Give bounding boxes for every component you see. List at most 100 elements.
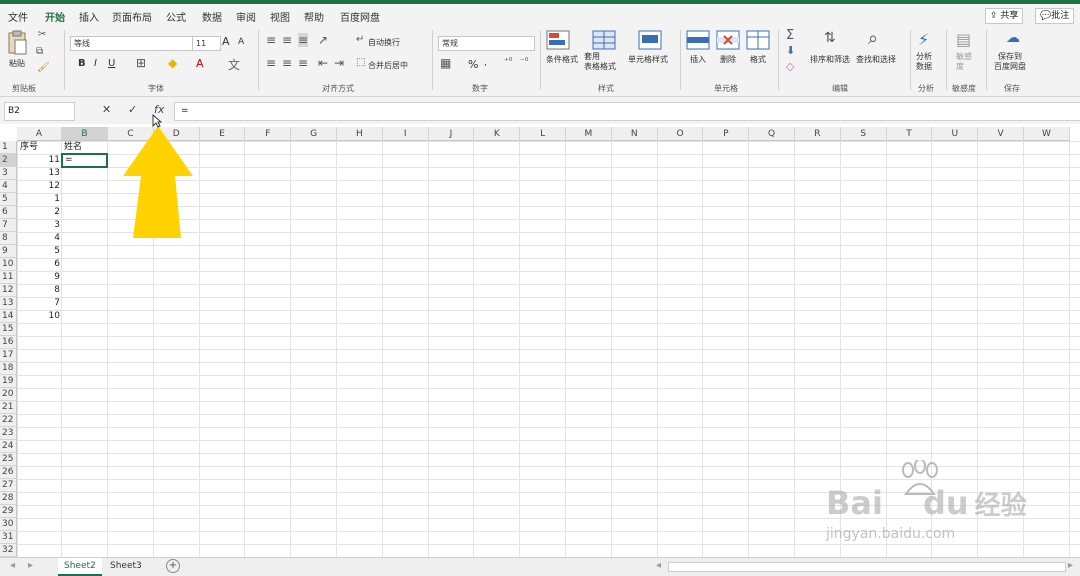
currency-icon[interactable]: ▦: [440, 56, 451, 70]
orientation-icon[interactable]: ↗: [318, 33, 328, 47]
row-header-23[interactable]: 23: [0, 427, 17, 440]
cell-a7[interactable]: 3: [17, 219, 60, 232]
align-left-icon[interactable]: ≡: [266, 56, 276, 70]
row-header-1[interactable]: 1: [0, 141, 17, 154]
row-header-31[interactable]: 31: [0, 531, 17, 544]
row-header-4[interactable]: 4: [0, 180, 17, 193]
tab-page-layout[interactable]: 页面布局: [112, 9, 152, 24]
column-header-v[interactable]: V: [978, 127, 1024, 141]
column-header-s[interactable]: S: [840, 127, 887, 141]
align-right-icon[interactable]: ≡: [298, 56, 308, 70]
font-name-select[interactable]: 等线: [70, 36, 193, 51]
row-header-16[interactable]: 16: [0, 336, 17, 349]
scroll-left-icon[interactable]: ◂: [10, 560, 15, 571]
align-middle-icon[interactable]: ≡: [282, 33, 292, 47]
cell-a4[interactable]: 12: [17, 180, 60, 193]
font-color-button[interactable]: A: [196, 57, 204, 70]
cell-a12[interactable]: 8: [17, 284, 60, 297]
row-header-15[interactable]: 15: [0, 323, 17, 336]
fill-icon[interactable]: ⬇: [786, 44, 795, 57]
outdent-icon[interactable]: ⇥: [334, 56, 344, 70]
row-header-30[interactable]: 30: [0, 518, 17, 531]
align-center-icon[interactable]: ≡: [282, 56, 292, 70]
cell-a10[interactable]: 6: [17, 258, 60, 271]
column-header-k[interactable]: K: [474, 127, 521, 141]
h-scroll-right-icon[interactable]: ▸: [1068, 560, 1073, 571]
row-header-17[interactable]: 17: [0, 349, 17, 362]
tab-formulas[interactable]: 公式: [166, 9, 186, 24]
cell-a9[interactable]: 5: [17, 245, 60, 258]
delete-cells-button[interactable]: 删除: [716, 30, 740, 64]
merge-center-button[interactable]: 合并后居中: [368, 60, 408, 71]
share-button[interactable]: ⇪ 共享: [985, 8, 1024, 24]
font-size-select[interactable]: 11: [192, 36, 221, 51]
row-header-19[interactable]: 19: [0, 375, 17, 388]
cell-a5[interactable]: 1: [17, 193, 60, 206]
cancel-entry-icon[interactable]: ✕: [102, 103, 111, 116]
row-header-2[interactable]: 2: [0, 154, 17, 167]
horizontal-scrollbar[interactable]: [668, 562, 1066, 572]
row-header-20[interactable]: 20: [0, 388, 17, 401]
column-header-t[interactable]: T: [886, 127, 933, 141]
row-header-8[interactable]: 8: [0, 232, 17, 245]
row-header-10[interactable]: 10: [0, 258, 17, 271]
cell-a13[interactable]: 7: [17, 297, 60, 310]
column-header-u[interactable]: U: [932, 127, 979, 141]
align-top-icon[interactable]: ≡: [266, 33, 276, 47]
active-cell-b2[interactable]: =: [61, 153, 108, 168]
column-header-j[interactable]: J: [428, 127, 475, 141]
tab-help[interactable]: 帮助: [304, 9, 324, 24]
column-header-i[interactable]: I: [382, 127, 429, 141]
copy-icon[interactable]: ⧉: [36, 46, 43, 57]
column-header-b[interactable]: B: [62, 127, 108, 141]
sheet-tab-sheet3[interactable]: Sheet3: [104, 558, 148, 574]
tab-view[interactable]: 视图: [270, 9, 290, 24]
row-header-3[interactable]: 3: [0, 167, 17, 180]
row-header-13[interactable]: 13: [0, 297, 17, 310]
column-header-r[interactable]: R: [795, 127, 841, 141]
scroll-right-icon[interactable]: ▸: [28, 560, 33, 571]
align-bottom-icon[interactable]: ≡: [298, 33, 309, 47]
conditional-format-button[interactable]: 条件格式: [546, 30, 578, 64]
cell-a1[interactable]: 序号: [20, 141, 38, 154]
autosum-icon[interactable]: Σ: [786, 28, 794, 43]
row-header-26[interactable]: 26: [0, 466, 17, 479]
name-box[interactable]: B2: [4, 102, 75, 121]
column-header-m[interactable]: M: [566, 127, 612, 141]
row-header-5[interactable]: 5: [0, 193, 17, 206]
column-header-w[interactable]: W: [1024, 127, 1070, 141]
cell-a8[interactable]: 4: [17, 232, 60, 245]
format-as-table-button[interactable]: 套用 表格格式: [584, 30, 616, 71]
percent-button[interactable]: %: [468, 58, 478, 71]
shrink-font-button[interactable]: A: [238, 37, 244, 47]
column-header-f[interactable]: F: [245, 127, 292, 141]
row-header-21[interactable]: 21: [0, 401, 17, 414]
column-header-h[interactable]: H: [337, 127, 383, 141]
decrease-decimal-icon[interactable]: ⁻⁰: [520, 57, 528, 67]
increase-decimal-icon[interactable]: ⁺⁰: [504, 57, 512, 67]
column-header-n[interactable]: N: [611, 127, 658, 141]
column-header-a[interactable]: A: [17, 127, 62, 141]
row-header-6[interactable]: 6: [0, 206, 17, 219]
fill-color-icon[interactable]: ◆: [168, 56, 177, 70]
tab-insert[interactable]: 插入: [79, 9, 99, 24]
add-sheet-button[interactable]: +: [166, 559, 180, 573]
cell-styles-button[interactable]: 单元格样式: [628, 30, 668, 64]
row-header-24[interactable]: 24: [0, 440, 17, 453]
italic-button[interactable]: I: [94, 58, 97, 69]
comma-style-button[interactable]: ,: [484, 58, 487, 68]
border-icon[interactable]: ⊞: [136, 56, 146, 70]
clear-icon[interactable]: ◇: [786, 60, 794, 73]
cell-a2[interactable]: 11: [17, 154, 60, 167]
row-header-32[interactable]: 32: [0, 544, 17, 557]
format-painter-icon[interactable]: 🖌: [37, 62, 50, 73]
cell-a6[interactable]: 2: [17, 206, 60, 219]
row-header-9[interactable]: 9: [0, 245, 17, 258]
row-header-18[interactable]: 18: [0, 362, 17, 375]
column-header-o[interactable]: O: [657, 127, 704, 141]
tab-file[interactable]: 文件: [8, 9, 28, 24]
row-header-7[interactable]: 7: [0, 219, 17, 232]
row-header-29[interactable]: 29: [0, 505, 17, 518]
underline-button[interactable]: U: [108, 58, 115, 69]
column-header-l[interactable]: L: [520, 127, 566, 141]
